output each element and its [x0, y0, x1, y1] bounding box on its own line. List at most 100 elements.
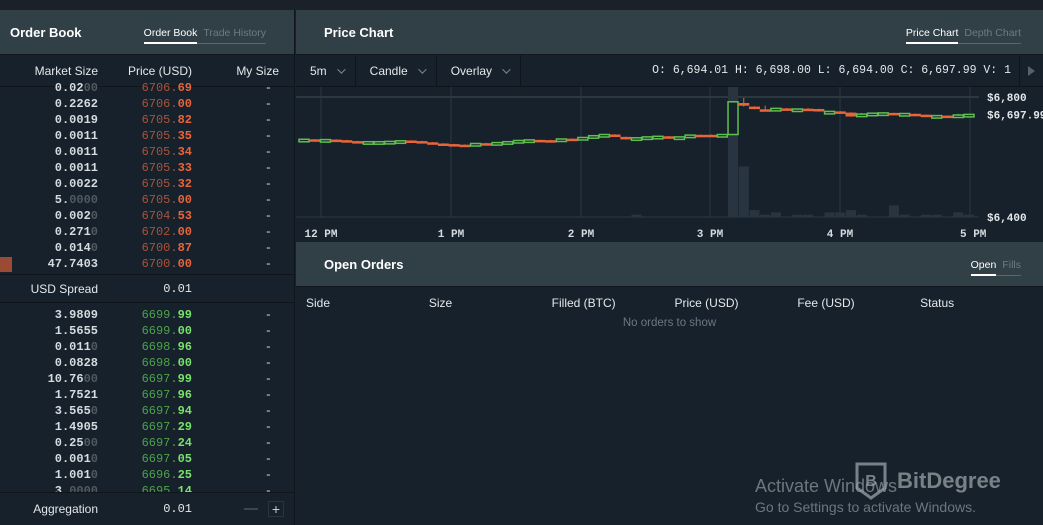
ask-row[interactable]: 0.0011 6705.33- — [0, 160, 294, 176]
volume-bar — [824, 212, 835, 217]
candle-body-down — [706, 134, 718, 138]
ask-row[interactable]: 47.7403 6700.00- — [0, 256, 294, 272]
candle-body-down — [834, 111, 846, 114]
market-size: 0.0022 — [0, 177, 98, 191]
price-chart-header: Price Chart Price Chart Depth Chart — [296, 10, 1043, 55]
price-integer: 6697. — [141, 404, 178, 418]
bid-row[interactable]: 0.0010 6697.05- — [0, 451, 294, 467]
candle-body-down — [545, 140, 557, 143]
price: 6697.99 — [98, 372, 192, 386]
x-tick-label: 12 PM — [304, 229, 337, 241]
candle-body-up — [877, 112, 889, 117]
volume-bar — [738, 166, 749, 217]
x-tick-label: 2 PM — [568, 229, 595, 241]
price: 6697.05 — [98, 452, 192, 466]
chart-svg[interactable]: 12 PM 1 PM 2 PM 3 PM 4 PM 5 PM $6,800 $6,697.99… — [296, 87, 1043, 242]
ask-row[interactable]: 0.0011 6705.34- — [0, 144, 294, 160]
overlay-dropdown[interactable]: Overlay — [437, 54, 522, 87]
interval-dropdown[interactable]: 5m — [296, 54, 356, 87]
price-integer: 6699. — [141, 308, 178, 322]
price-integer: 6699. — [141, 324, 178, 338]
column-market-size: Market Size — [34, 63, 98, 78]
price: 6697.94 — [98, 404, 192, 418]
candle-body-down — [352, 141, 364, 144]
bid-row[interactable]: 0.2500 6697.24- — [0, 435, 294, 451]
size-value: 0.271 — [54, 225, 91, 239]
bid-row[interactable]: 3.5650 6697.94- — [0, 403, 294, 419]
play-button[interactable] — [1019, 54, 1043, 87]
bid-row[interactable]: 10.7600 6697.99- — [0, 371, 294, 387]
tab-price-chart[interactable]: Price Chart — [905, 24, 959, 44]
candle-body-up — [630, 137, 643, 142]
price-chart-panel: Price Chart Price Chart Depth Chart 5m C… — [296, 10, 1043, 242]
market-size: 0.0020 — [0, 209, 98, 223]
ask-row[interactable]: 0.0020 6704.53- — [0, 208, 294, 224]
bid-row[interactable]: 1.4905 6697.29- — [0, 419, 294, 435]
size-value: 0.0022 — [54, 177, 98, 191]
bids-list: 3.9809 6699.99-1.5655 6699.00-0.0110 6698.9… — [0, 307, 294, 494]
aggregation-decrease-button[interactable] — [244, 508, 258, 510]
y-tick-label: $6,400 — [987, 213, 1027, 225]
candle-body-down — [405, 140, 417, 143]
candle-body-down — [341, 140, 353, 143]
price-decimal: 32 — [177, 177, 192, 191]
x-tick-label: 5 PM — [960, 229, 987, 241]
my-size: - — [264, 404, 272, 418]
candlestick-chart[interactable]: 12 PM 1 PM 2 PM 3 PM 4 PM 5 PM $6,800 $6,697.99… — [296, 87, 1043, 242]
bid-row[interactable]: 1.0010 6696.25- — [0, 467, 294, 483]
my-size: - — [264, 177, 272, 191]
bid-row[interactable]: 1.7521 6697.96- — [0, 387, 294, 403]
tab-open[interactable]: Open — [970, 256, 997, 276]
my-size: - — [264, 81, 272, 95]
tab-depth-chart[interactable]: Depth Chart — [958, 24, 1021, 44]
tab-fills[interactable]: Fills — [996, 256, 1021, 276]
market-size: 1.0010 — [0, 468, 98, 482]
price-decimal: 33 — [177, 161, 192, 175]
size-padding: 00 — [83, 436, 98, 450]
bitdegree-name: BitDegree — [897, 468, 1001, 493]
bid-row[interactable]: 0.0110 6698.96- — [0, 339, 294, 355]
ask-row[interactable]: 0.0011 6705.35- — [0, 128, 294, 144]
price-decimal: 94 — [177, 404, 192, 418]
play-icon — [1028, 65, 1035, 76]
ask-row[interactable]: 0.0022 6705.32- — [0, 176, 294, 192]
bid-row[interactable]: 1.5655 6699.00- — [0, 323, 294, 339]
tab-order-book[interactable]: Order Book — [143, 24, 198, 44]
candle-body-down — [813, 109, 825, 112]
ask-row[interactable]: 0.0019 6705.82- — [0, 112, 294, 128]
bid-row[interactable]: 0.0828 6698.00- — [0, 355, 294, 371]
price-decimal: 69 — [177, 81, 192, 95]
candle-body-up — [394, 140, 407, 145]
column-price: Price (USD) — [127, 63, 192, 78]
price: 6698.96 — [98, 340, 192, 354]
market-size: 0.0011 — [0, 145, 98, 159]
price-decimal: 96 — [177, 388, 192, 402]
aggregation-increase-button[interactable]: + — [268, 501, 284, 517]
ask-row[interactable]: 0.2262 6706.00- — [0, 96, 294, 112]
column-price: Price (USD) — [674, 296, 739, 310]
volume-bar — [899, 214, 910, 217]
ask-row[interactable]: 5.0000 6705.00- — [0, 192, 294, 208]
chart-toolbar: 5m Candle Overlay O: 6,694.01 H: 6,698.0… — [296, 54, 1043, 87]
ask-row[interactable]: 0.0140 6700.87- — [0, 240, 294, 256]
price-integer: 6700. — [141, 257, 178, 271]
ask-row[interactable]: 0.0200 6706.69- — [0, 80, 294, 96]
candle-body-up — [469, 142, 482, 147]
chart-type-dropdown[interactable]: Candle — [356, 54, 437, 87]
size-value: 0.02 — [54, 81, 84, 95]
candle-body-down — [437, 143, 449, 146]
price-decimal: 99 — [177, 372, 192, 386]
candle-body-down — [309, 139, 321, 142]
market-size: 3.5650 — [0, 404, 98, 418]
price-integer: 6697. — [141, 372, 178, 386]
bid-row[interactable]: 3.9809 6699.99- — [0, 307, 294, 323]
candle-body-up — [652, 135, 664, 140]
market-size: 0.0140 — [0, 241, 98, 255]
open-orders-title: Open Orders — [324, 256, 404, 272]
tab-trade-history[interactable]: Trade History — [197, 24, 266, 44]
market-size: 10.7600 — [0, 372, 98, 386]
ask-row[interactable]: 0.2710 6702.00- — [0, 224, 294, 240]
price-decimal: 24 — [177, 436, 192, 450]
volume-bar — [631, 214, 642, 217]
my-size: - — [264, 161, 272, 175]
